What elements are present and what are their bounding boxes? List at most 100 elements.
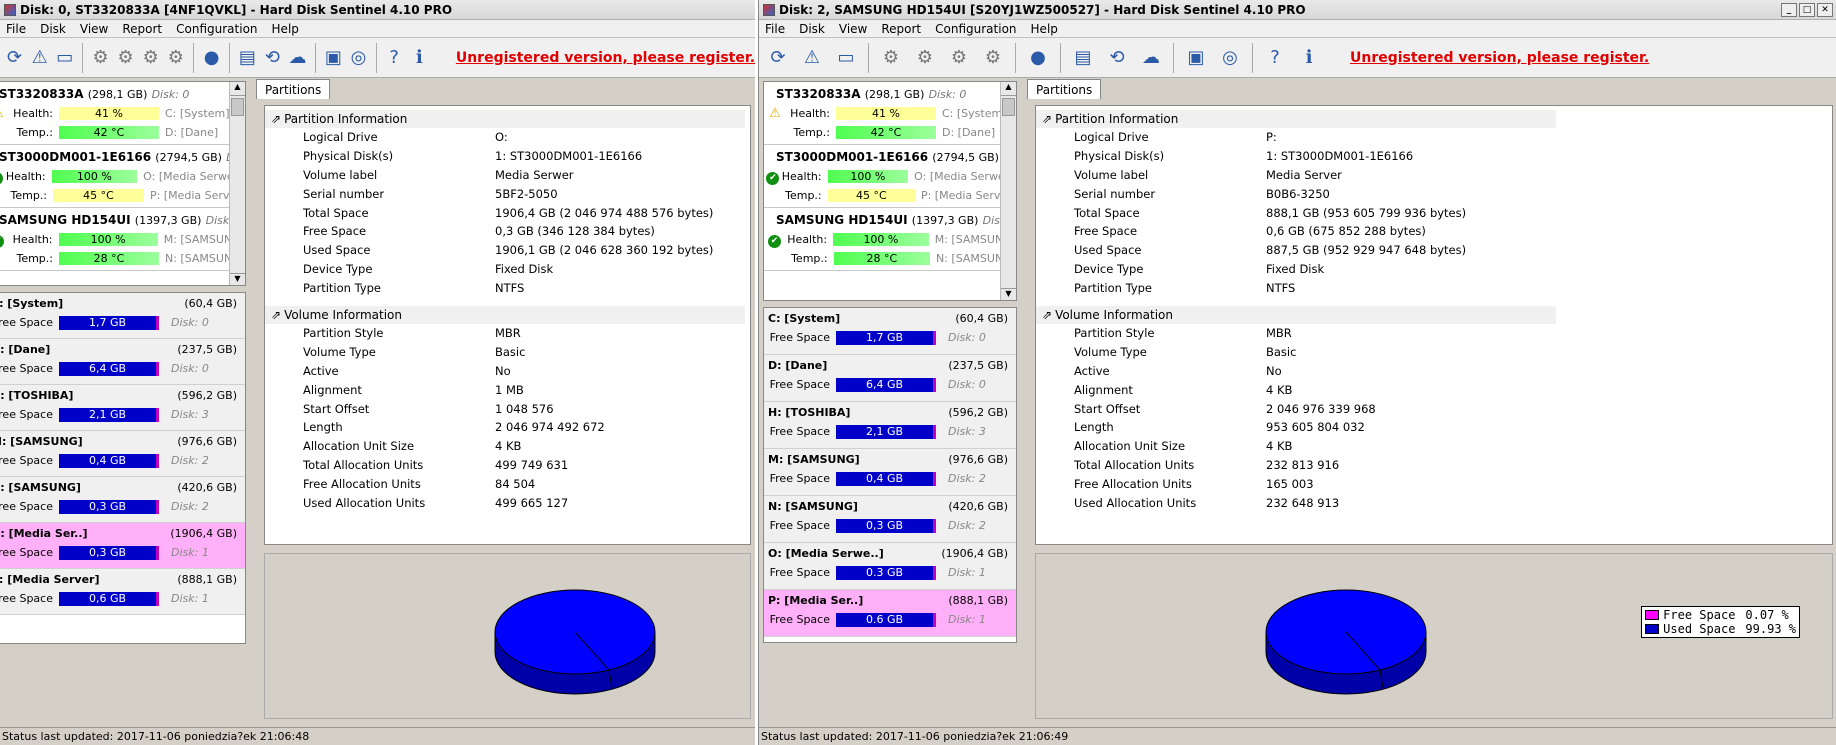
disk-item[interactable]: SAMSUNG HD154UI (1397,3 GB) Disk: 2 ✔Heal… [764, 208, 1016, 271]
warning-icon[interactable]: ⚠ [29, 43, 50, 73]
tool2-icon[interactable]: ⚙ [910, 43, 940, 73]
volume-item[interactable]: M: [SAMSUNG] (976,6 GB) Free Space 0,4 GB Di… [764, 449, 1016, 496]
free-space-bar: 2,1 GB [59, 407, 159, 422]
menu-item-disk[interactable]: Disk [799, 22, 825, 36]
menu-item-disk[interactable]: Disk [40, 22, 66, 36]
comm-icon[interactable]: ☁ [287, 43, 308, 73]
tab-partitions[interactable]: Partitions [1027, 79, 1102, 99]
report-icon[interactable]: ▤ [1068, 43, 1098, 73]
refresh-icon[interactable]: ⟳ [4, 43, 25, 73]
volume-item[interactable]: H: [TOSHIBA] (596,2 GB) Free Space 2,1 GB Di… [0, 385, 245, 431]
free-space-row: Free Space 0.3 GB Disk: 1 [764, 563, 1016, 582]
volume-item[interactable]: P: [Media Ser..] (888,1 GB) Free Space 0.6 … [764, 590, 1016, 637]
info-row: Physical Disk(s) 1: ST3000DM001-1E6166 [1036, 147, 1832, 166]
temp-row: Temp.: 42 °C D: [Dane] [0, 123, 245, 142]
volume-item[interactable]: O: [Media Ser..] (1906,4 GB) Free Space 0,3… [0, 523, 245, 569]
register-link[interactable]: Unregistered version, please register. [456, 50, 755, 66]
menu-item-view[interactable]: View [80, 22, 108, 36]
info-row: Volume Type Basic [1036, 343, 1832, 362]
globe-icon[interactable]: ● [201, 43, 222, 73]
minimize-button[interactable]: _ [1781, 2, 1797, 17]
menu-item-report[interactable]: Report [122, 22, 162, 36]
info-icon[interactable]: ℹ [409, 43, 430, 73]
info-icon[interactable]: ℹ [1294, 43, 1324, 73]
volume-item[interactable]: D: [Dane] (237,5 GB) Free Space 6,4 GB Disk:… [0, 339, 245, 385]
volume-item[interactable]: C: [System] (60,4 GB) Free Space 1,7 GB Disk… [764, 308, 1016, 355]
collapse-icon[interactable]: ⇗ [271, 308, 281, 322]
disk-model: SAMSUNG HD154UI [0, 213, 131, 227]
info-row: Serial number B0B6-3250 [1036, 185, 1832, 204]
tool1-icon[interactable]: ⚙ [90, 43, 111, 73]
speaker-icon[interactable]: ◎ [1215, 43, 1245, 73]
menu-item-configuration[interactable]: Configuration [176, 22, 257, 36]
menu-item-configuration[interactable]: Configuration [935, 22, 1016, 36]
warning-icon[interactable]: ⚠ [797, 43, 827, 73]
volume-item[interactable]: C: [System] (60,4 GB) Free Space 1,7 GB Disk… [0, 293, 245, 339]
free-space-row: Free Space 0,6 GB Disk: 1 [0, 589, 245, 608]
monitor-icon[interactable]: ▣ [1181, 43, 1211, 73]
sync-icon[interactable]: ⟲ [262, 43, 283, 73]
disk-item[interactable]: ST3000DM001-1E6166 (2794,5 GB) Disk: 1✔H… [0, 145, 245, 208]
legend-label: Free Space [1663, 608, 1736, 622]
disk-item[interactable]: SAMSUNG HD154UI (1397,3 GB) Disk: 2 ✔Heal… [0, 208, 245, 271]
tool4-icon[interactable]: ⚙ [978, 43, 1008, 73]
free-space-bar: 6,4 GB [836, 377, 936, 392]
volume-item[interactable]: P: [Media Server] (888,1 GB) Free Space 0,6… [0, 569, 245, 615]
comm-icon[interactable]: ☁ [1136, 43, 1166, 73]
tool4-icon[interactable]: ⚙ [165, 43, 186, 73]
disk-item[interactable]: ST3320833A (298,1 GB) Disk: 0 ⚠ Health: 41 … [764, 82, 1016, 145]
disk-item[interactable]: ST3000DM001-1E6166 (2794,5 GB) Disk: 1✔H… [764, 145, 1016, 208]
maximize-button[interactable]: □ [1799, 2, 1815, 17]
tab-partitions[interactable]: Partitions [256, 79, 331, 99]
volume-item[interactable]: M: [SAMSUNG] (976,6 GB) Free Space 0,4 GB Di… [0, 431, 245, 477]
disk-icon[interactable]: ▭ [54, 43, 75, 73]
menu-item-view[interactable]: View [839, 22, 867, 36]
volume-name: M: [SAMSUNG] [0, 435, 83, 448]
sync-icon[interactable]: ⟲ [1102, 43, 1132, 73]
report-icon[interactable]: ▤ [237, 43, 258, 73]
disk-list-scrollbar[interactable]: ▲ ▼ [1000, 82, 1016, 300]
volume-disk: Disk: 2 [948, 472, 986, 485]
tool3-icon[interactable]: ⚙ [944, 43, 974, 73]
disk-icon[interactable]: ▭ [831, 43, 861, 73]
collapse-icon[interactable]: ⇗ [1042, 112, 1052, 126]
menu-item-help[interactable]: Help [272, 22, 299, 36]
temp-row: Temp.: 45 °C P: [Media Server] [0, 186, 245, 205]
info-key: Allocation Unit Size [1074, 439, 1186, 454]
menu-item-file[interactable]: File [765, 22, 785, 36]
health-bar: 41 % [59, 107, 159, 120]
collapse-icon[interactable]: ⇗ [271, 112, 281, 126]
speaker-icon[interactable]: ◎ [348, 43, 369, 73]
globe-icon[interactable]: ● [1023, 43, 1053, 73]
disk-list-scrollbar[interactable]: ▲ ▼ [229, 82, 245, 285]
volume-item[interactable]: O: [Media Serwe..] (1906,4 GB) Free Space 0… [764, 543, 1016, 590]
register-link[interactable]: Unregistered version, please register. [1350, 50, 1649, 66]
refresh-icon[interactable]: ⟳ [763, 43, 793, 73]
volume-item[interactable]: D: [Dane] (237,5 GB) Free Space 6,4 GB Disk:… [764, 355, 1016, 402]
disk-item[interactable]: ST3320833A (298,1 GB) Disk: 0 ⚠ Health: 41 … [0, 82, 245, 145]
info-key: Used Allocation Units [1074, 496, 1197, 511]
info-key: Partition Type [1074, 281, 1152, 296]
menu-item-help[interactable]: Help [1031, 22, 1058, 36]
volume-item[interactable]: H: [TOSHIBA] (596,2 GB) Free Space 2,1 GB Di… [764, 402, 1016, 449]
help-icon[interactable]: ? [384, 43, 405, 73]
tool1-icon[interactable]: ⚙ [876, 43, 906, 73]
info-value: 2 046 976 339 968 [1266, 401, 1376, 416]
monitor-icon[interactable]: ▣ [323, 43, 344, 73]
volume-item[interactable]: N: [SAMSUNG] (420,6 GB) Free Space 0,3 GB Di… [0, 477, 245, 523]
close-button[interactable]: ✕ [1817, 2, 1833, 17]
volume-item[interactable]: N: [SAMSUNG] (420,6 GB) Free Space 0,3 GB Di… [764, 496, 1016, 543]
volume-size: (1906,4 GB) [170, 527, 237, 540]
info-key: Alignment [1074, 382, 1133, 397]
free-space-row: Free Space 2,1 GB Disk: 3 [0, 405, 245, 424]
info-value: 232 648 913 [1266, 496, 1340, 511]
partition-info-panel: ⇗ Partition Information Logical Drive P: Phy… [1035, 105, 1833, 545]
menu-item-file[interactable]: File [6, 22, 26, 36]
toolbar-separator [1252, 42, 1253, 73]
free-space-row: Free Space 2,1 GB Disk: 3 [764, 422, 1016, 441]
help-icon[interactable]: ? [1260, 43, 1290, 73]
tool3-icon[interactable]: ⚙ [140, 43, 161, 73]
collapse-icon[interactable]: ⇗ [1042, 308, 1052, 322]
menu-item-report[interactable]: Report [881, 22, 921, 36]
tool2-icon[interactable]: ⚙ [115, 43, 136, 73]
